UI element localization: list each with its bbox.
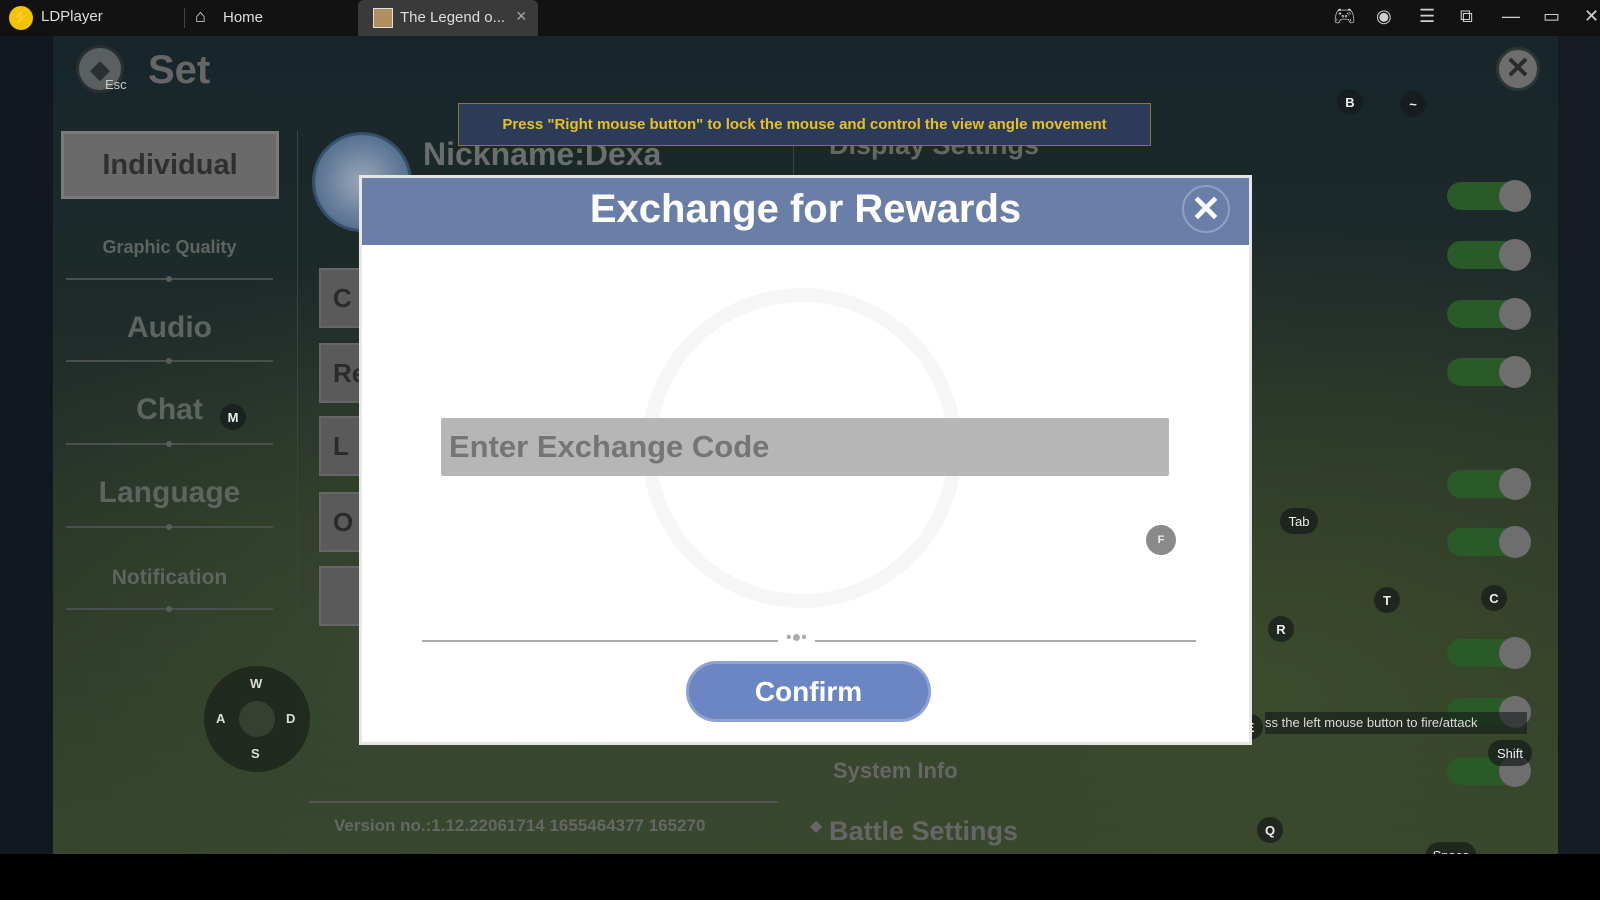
divider: [66, 276, 273, 282]
key-tab: Tab: [1280, 508, 1318, 534]
toggle-2[interactable]: [1447, 239, 1531, 271]
mouse-lock-tooltip: Press "Right mouse button" to lock the m…: [458, 103, 1151, 146]
menu-individual[interactable]: Individual: [61, 131, 279, 199]
right-strip: [1558, 36, 1600, 854]
divider: [66, 606, 273, 612]
exchange-rewards-dialog: Exchange for Rewards ✕ F •●• Confirm: [359, 175, 1252, 745]
divider-ornament: •●•: [778, 629, 815, 647]
tab-close-icon[interactable]: ×: [516, 6, 527, 27]
divider: [66, 441, 273, 447]
version-text: Version no.:1.12.22061714 1655464377 165…: [334, 816, 706, 835]
key-f: F: [1146, 525, 1176, 555]
menu-language[interactable]: Language: [66, 476, 273, 510]
menu-graphic-quality[interactable]: Graphic Quality: [66, 237, 273, 258]
game-tab-label: The Legend o...: [400, 9, 506, 26]
emulator-titlebar: ⚡ LDPlayer ⌂ Home The Legend o... × 🎮︎ ◉…: [0, 0, 1600, 36]
key-space: Space: [1426, 842, 1476, 854]
dialog-title: Exchange for Rewards: [589, 187, 1022, 231]
ldplayer-logo-icon: ⚡: [9, 6, 33, 30]
tab-separator: [184, 8, 185, 28]
home-icon: ⌂: [195, 6, 206, 26]
screen-icon[interactable]: ⧉: [1460, 6, 1473, 27]
page-title: Set: [148, 48, 211, 92]
key-s: S: [251, 746, 260, 761]
key-t: T: [1374, 587, 1400, 613]
menu-icon[interactable]: ☰: [1419, 6, 1435, 27]
esc-label: Esc: [105, 77, 127, 92]
gamepad-icon[interactable]: 🎮︎: [1333, 6, 1356, 27]
key-r: R: [1268, 616, 1294, 642]
confirm-label: Confirm: [754, 675, 863, 707]
left-strip: [0, 36, 53, 854]
dialog-header: Exchange for Rewards: [362, 178, 1249, 245]
confirm-button[interactable]: Confirm: [686, 661, 931, 722]
key-d: D: [286, 711, 296, 726]
key-a: A: [216, 711, 226, 726]
home-tab-label: Home: [223, 9, 264, 26]
menu-audio[interactable]: Audio: [66, 311, 273, 345]
menu-notification[interactable]: Notification: [66, 566, 273, 590]
toggle-1[interactable]: [1447, 180, 1531, 212]
wasd-joystick[interactable]: W A D S: [204, 666, 310, 772]
joystick-knob: [239, 701, 275, 737]
key-w: W: [250, 676, 263, 691]
key-q: Q: [1257, 817, 1283, 843]
toggle-5[interactable]: [1447, 468, 1531, 500]
system-info-label: System Info: [833, 758, 958, 783]
toggle-3[interactable]: [1447, 298, 1531, 330]
home-tab[interactable]: ⌂ Home: [195, 0, 335, 36]
toggle-4[interactable]: [1447, 356, 1531, 388]
toggle-7[interactable]: [1447, 637, 1531, 669]
key-tilde: ~: [1400, 91, 1426, 117]
game-tab-icon: [373, 8, 393, 28]
app-name: LDPlayer: [41, 8, 103, 25]
user-icon[interactable]: ◉: [1376, 6, 1392, 27]
battle-settings-heading: Battle Settings: [829, 816, 1019, 846]
key-b: B: [1337, 89, 1363, 115]
fire-hint: ss the left mouse button to fire/attack: [1265, 712, 1527, 734]
divider: [66, 524, 273, 530]
close-icon[interactable]: ✕: [1584, 6, 1599, 27]
dialog-close-button[interactable]: ✕: [1182, 185, 1230, 233]
game-tab[interactable]: The Legend o... ×: [358, 0, 538, 36]
key-shift: Shift: [1488, 740, 1532, 766]
settings-close-button[interactable]: ✕: [1496, 47, 1540, 91]
maximize-icon[interactable]: ▭: [1543, 6, 1560, 27]
key-c: C: [1481, 585, 1507, 611]
exchange-code-input[interactable]: [441, 418, 1169, 476]
divider: [66, 358, 273, 364]
toggle-6[interactable]: [1447, 526, 1531, 558]
minimize-icon[interactable]: —: [1502, 6, 1520, 27]
diamond-icon: ◆: [810, 818, 823, 835]
divider: [309, 801, 778, 803]
key-m: M: [220, 404, 246, 430]
